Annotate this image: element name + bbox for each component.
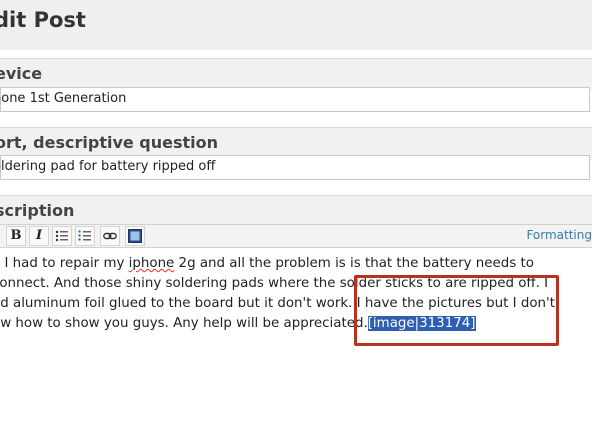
text-segment: ow how to show you guys. Any help will b… <box>0 316 368 331</box>
description-label: scription <box>0 201 75 220</box>
numbered-list-button[interactable] <box>75 226 95 246</box>
question-label: ort, descriptive question <box>0 133 219 152</box>
annotation-highlight-box <box>354 275 559 346</box>
device-field-value: hone 1st Generation <box>0 91 127 106</box>
device-label: evice <box>0 64 43 83</box>
question-field-value: oldering pad for battery ripped off <box>0 159 216 174</box>
title-bar: dit Post <box>0 0 592 50</box>
description-section-header: scription <box>0 195 592 225</box>
image-icon <box>128 229 142 243</box>
insert-image-button[interactable] <box>125 226 145 246</box>
formatting-link[interactable]: Formatting <box>526 228 592 242</box>
text-line: o I had to repair my iphone 2g and all t… <box>0 254 592 274</box>
link-icon <box>103 232 117 240</box>
text-segment: 2g and all the problem is is that the ba… <box>174 256 534 271</box>
bullet-list-icon <box>55 230 68 242</box>
bulleted-list-button[interactable] <box>52 226 72 246</box>
italic-button[interactable]: I <box>29 226 49 246</box>
question-field[interactable]: oldering pad for battery ripped off <box>0 155 590 180</box>
text-segment: o I had to repair my <box>0 256 129 271</box>
device-field[interactable]: hone 1st Generation <box>0 87 590 112</box>
editor-toolbar: B I Formatting <box>0 224 592 248</box>
misspelled-word: iphone <box>128 256 175 271</box>
bold-button[interactable]: B <box>6 226 26 246</box>
numbered-list-icon <box>78 230 91 241</box>
link-button[interactable] <box>100 226 120 246</box>
page-title: dit Post <box>0 8 86 32</box>
